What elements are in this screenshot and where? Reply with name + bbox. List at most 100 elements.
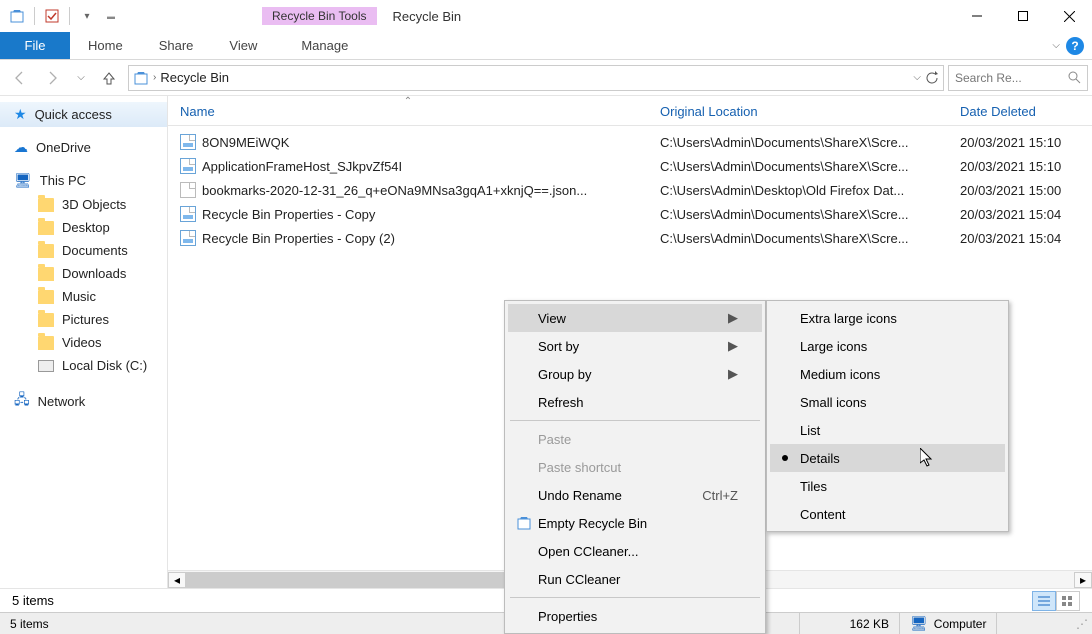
tab-home[interactable]: Home: [70, 32, 141, 59]
navigation-bar: ⌵ › Recycle Bin ⌵ Search Re...: [0, 60, 1092, 96]
item-count: 5 items: [12, 593, 54, 608]
file-row[interactable]: 8ON9MEiWQK C:\Users\Admin\Documents\Shar…: [168, 130, 1092, 154]
submenu-extra-large-icons[interactable]: Extra large icons: [770, 304, 1005, 332]
chevron-right-icon[interactable]: ›: [153, 72, 156, 83]
pc-icon: 🖥: [910, 615, 928, 632]
folder-icon: [38, 221, 54, 235]
image-file-icon: [180, 158, 196, 174]
sidebar-label: Desktop: [62, 220, 110, 235]
submenu-list[interactable]: List: [770, 416, 1005, 444]
sidebar-item-videos[interactable]: Videos: [0, 331, 167, 354]
up-button[interactable]: [94, 64, 124, 92]
sidebar-this-pc[interactable]: 🖥 This PC: [0, 168, 167, 193]
scroll-left-icon[interactable]: ◂: [168, 572, 186, 588]
menu-properties[interactable]: Properties: [508, 602, 762, 630]
sidebar-item-desktop[interactable]: Desktop: [0, 216, 167, 239]
menu-open-ccleaner[interactable]: Open CCleaner...: [508, 537, 762, 565]
search-input[interactable]: Search Re...: [948, 65, 1088, 91]
submenu-medium-icons[interactable]: Medium icons: [770, 360, 1005, 388]
resize-grip-icon[interactable]: ⋰: [1074, 616, 1090, 632]
status-computer: 🖥 Computer: [900, 613, 997, 634]
menu-refresh[interactable]: Refresh: [508, 388, 762, 416]
recent-locations-icon[interactable]: ⌵: [72, 64, 90, 92]
ribbon-collapse-icon[interactable]: ⌵: [1052, 40, 1060, 51]
minimize-button[interactable]: [954, 1, 1000, 31]
column-header-name[interactable]: ⌃ Name: [168, 104, 648, 119]
file-location: C:\Users\Admin\Desktop\Old Firefox Dat..…: [648, 183, 948, 198]
file-rows: 8ON9MEiWQK C:\Users\Admin\Documents\Shar…: [168, 126, 1092, 254]
network-icon: 🖧: [14, 389, 30, 413]
submenu-details[interactable]: Details: [770, 444, 1005, 472]
scroll-right-icon[interactable]: ▸: [1074, 572, 1092, 588]
file-row[interactable]: ApplicationFrameHost_SJkpvZf54I C:\Users…: [168, 154, 1092, 178]
submenu-content[interactable]: Content: [770, 500, 1005, 528]
address-dropdown-icon[interactable]: ⌵: [913, 72, 921, 83]
sidebar-label: Network: [38, 394, 86, 409]
sidebar-label: Videos: [62, 335, 102, 350]
menu-empty-recycle-bin[interactable]: Empty Recycle Bin: [508, 509, 762, 537]
submenu-large-icons[interactable]: Large icons: [770, 332, 1005, 360]
file-date: 20/03/2021 15:10: [948, 135, 1092, 150]
column-header-location[interactable]: Original Location: [648, 104, 948, 119]
file-location: C:\Users\Admin\Documents\ShareX\Scre...: [648, 207, 948, 222]
file-name: bookmarks-2020-12-31_26_q+eONa9MNsa3gqA1…: [202, 183, 587, 198]
help-icon[interactable]: ?: [1066, 37, 1084, 55]
column-header-date[interactable]: Date Deleted: [948, 104, 1092, 119]
sidebar-item-documents[interactable]: Documents: [0, 239, 167, 262]
menu-sort-by[interactable]: Sort by▶: [508, 332, 762, 360]
file-row[interactable]: Recycle Bin Properties - Copy C:\Users\A…: [168, 202, 1092, 226]
disk-icon: [38, 360, 54, 372]
sidebar-label: Music: [62, 289, 96, 304]
sidebar-item-local-disk[interactable]: Local Disk (C:): [0, 354, 167, 377]
maximize-button[interactable]: [1000, 1, 1046, 31]
tab-manage[interactable]: Manage: [275, 32, 374, 59]
selected-bullet-icon: [782, 455, 788, 461]
tab-share[interactable]: Share: [141, 32, 212, 59]
sidebar-item-pictures[interactable]: Pictures: [0, 308, 167, 331]
sort-ascending-icon: ⌃: [404, 96, 412, 107]
breadcrumb-current[interactable]: Recycle Bin: [160, 70, 229, 85]
close-button[interactable]: [1046, 1, 1092, 31]
menu-separator: [510, 420, 760, 421]
title-bar: ▾ ▬ Recycle Bin Tools Recycle Bin: [0, 0, 1092, 32]
menu-view[interactable]: View▶: [508, 304, 762, 332]
submenu-arrow-icon: ▶: [728, 366, 738, 382]
sidebar-item-3d-objects[interactable]: 3D Objects: [0, 193, 167, 216]
folder-icon: [38, 290, 54, 304]
window-controls: [954, 1, 1092, 31]
sidebar-item-downloads[interactable]: Downloads: [0, 262, 167, 285]
image-file-icon: [180, 134, 196, 150]
address-bar[interactable]: › Recycle Bin ⌵: [128, 65, 944, 91]
submenu-arrow-icon: ▶: [728, 310, 738, 326]
submenu-small-icons[interactable]: Small icons: [770, 388, 1005, 416]
context-menu: View▶ Sort by▶ Group by▶ Refresh Paste P…: [504, 300, 766, 634]
view-toggle: [1032, 591, 1080, 611]
file-row[interactable]: Recycle Bin Properties - Copy (2) C:\Use…: [168, 226, 1092, 250]
forward-button[interactable]: [38, 64, 68, 92]
sidebar-item-music[interactable]: Music: [0, 285, 167, 308]
file-name: ApplicationFrameHost_SJkpvZf54I: [202, 159, 402, 174]
qat-dropdown-icon[interactable]: ▾: [76, 5, 98, 27]
back-button[interactable]: [4, 64, 34, 92]
file-date: 20/03/2021 15:00: [948, 183, 1092, 198]
sidebar-label: Downloads: [62, 266, 126, 281]
menu-undo-rename[interactable]: Undo RenameCtrl+Z: [508, 481, 762, 509]
menu-group-by[interactable]: Group by▶: [508, 360, 762, 388]
sidebar-network[interactable]: 🖧 Network: [0, 385, 167, 417]
quick-access-toolbar: ▾ ▬: [0, 5, 122, 27]
file-row[interactable]: bookmarks-2020-12-31_26_q+eONa9MNsa3gqA1…: [168, 178, 1092, 202]
tab-view[interactable]: View: [211, 32, 275, 59]
qat-overflow-icon[interactable]: ▬: [100, 5, 122, 27]
qat-properties-icon[interactable]: [41, 5, 63, 27]
refresh-icon[interactable]: [925, 71, 939, 85]
menu-paste-shortcut: Paste shortcut: [508, 453, 762, 481]
sidebar-onedrive[interactable]: ☁ OneDrive: [0, 135, 167, 160]
submenu-tiles[interactable]: Tiles: [770, 472, 1005, 500]
thumbnails-view-button[interactable]: [1056, 591, 1080, 611]
sidebar-quick-access[interactable]: ★ Quick access: [0, 102, 167, 127]
recycle-bin-icon[interactable]: [6, 5, 28, 27]
file-name: Recycle Bin Properties - Copy (2): [202, 231, 395, 246]
details-view-button[interactable]: [1032, 591, 1056, 611]
menu-run-ccleaner[interactable]: Run CCleaner: [508, 565, 762, 593]
file-tab[interactable]: File: [0, 32, 70, 59]
